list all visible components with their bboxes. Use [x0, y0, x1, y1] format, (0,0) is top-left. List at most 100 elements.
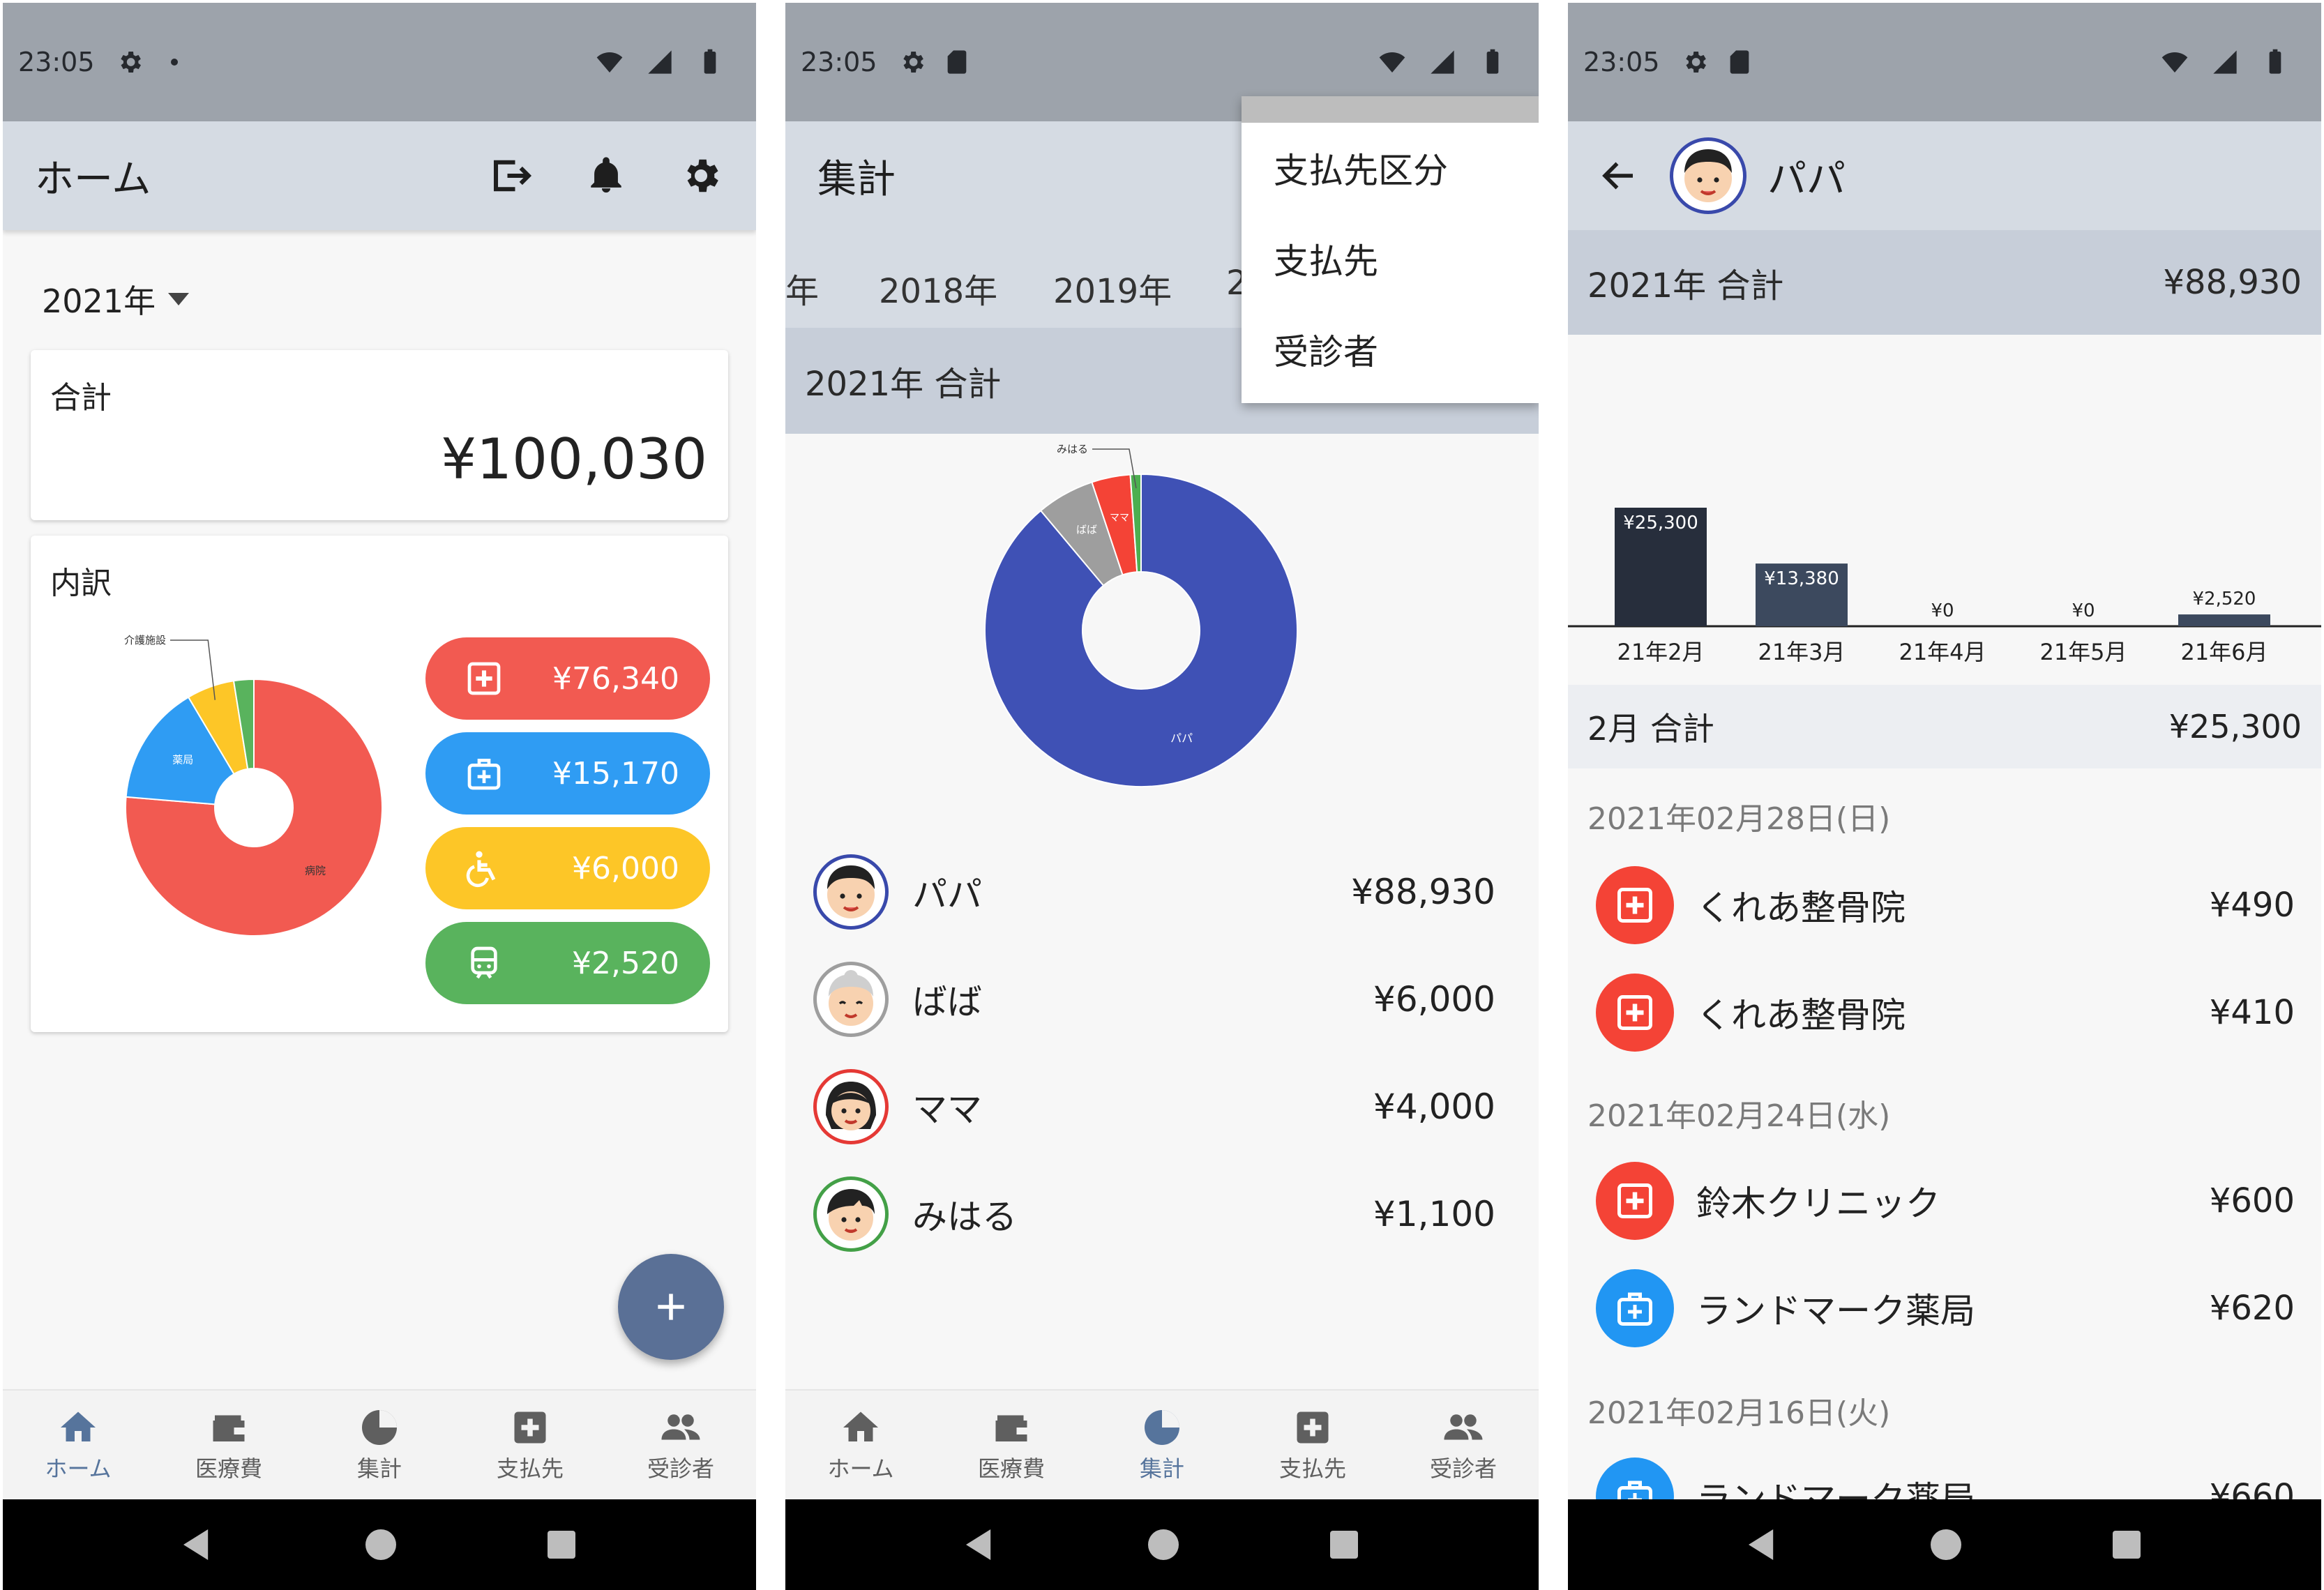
total-card: 合計 ¥100,030: [31, 350, 728, 520]
back-icon[interactable]: [1748, 1529, 1779, 1560]
home-icon: [843, 1411, 878, 1441]
slice-label: パパ: [1170, 732, 1193, 745]
x-tick-label: 21年5月: [2039, 639, 2127, 665]
sd-card-icon: [1726, 48, 1753, 76]
back-icon[interactable]: [183, 1529, 214, 1560]
grandma-face-icon: [829, 970, 873, 1026]
app-bar: ホーム: [3, 121, 756, 230]
nav-summary[interactable]: 集計: [304, 1391, 455, 1499]
patient-pie-chart: パパ ばば ママ みはる: [984, 443, 1298, 787]
month-total-amount: ¥25,300: [2168, 708, 2302, 745]
nav-payee[interactable]: 支払先: [455, 1391, 605, 1499]
home-circle-icon[interactable]: [365, 1529, 396, 1560]
nav-summary[interactable]: 集計: [1087, 1391, 1237, 1499]
date-label: 2021年02月28日(日): [1587, 801, 1891, 837]
bell-icon[interactable]: [583, 153, 629, 199]
tab-year-partial[interactable]: 年: [785, 264, 819, 312]
slice-label: 病院: [305, 865, 326, 877]
patient-name: ばば: [912, 982, 982, 1022]
breakdown-label: 内訳: [50, 566, 112, 601]
month-total-header[interactable]: 2月 合計 ¥25,300: [1568, 685, 2321, 768]
nav-home-label: ホーム: [45, 1455, 112, 1482]
expense-entry[interactable]: 鈴木クリニック ¥600: [1596, 1152, 2300, 1250]
breakdown-card: 内訳 病院 薬局 介護施設 ¥76,340 ¥15,170 ¥6,000 ¥2,52…: [31, 536, 728, 1032]
patient-row-mama[interactable]: ママ ¥4,000: [813, 1054, 1511, 1159]
signal-icon: [2211, 48, 2239, 76]
expense-entry[interactable]: ランドマーク薬局 ¥620: [1596, 1259, 2300, 1357]
nav-payee[interactable]: 支払先: [1237, 1391, 1388, 1499]
pharmacy-amount: ¥15,170: [552, 755, 679, 792]
bottom-navigation: ホーム 医療費 集計 支払先 受診者: [3, 1389, 756, 1499]
medical-cross-icon: [1297, 1411, 1329, 1444]
nav-medical[interactable]: 医療費: [936, 1391, 1087, 1499]
expense-entry[interactable]: くれあ整骨院 ¥410: [1596, 964, 2300, 1061]
nav-medical-label: 医療費: [977, 1455, 1045, 1482]
entry-amount: ¥600: [2209, 1181, 2295, 1220]
expense-entry[interactable]: くれあ整骨院 ¥490: [1596, 856, 2300, 954]
pie-chart-icon: [1145, 1410, 1179, 1445]
patient-row-miharu[interactable]: みはる ¥1,100: [813, 1162, 1511, 1266]
wheelchair-icon: [466, 851, 496, 888]
nav-medical[interactable]: 医療費: [153, 1391, 304, 1499]
caret-down-icon: [168, 293, 190, 305]
bar[interactable]: [2178, 614, 2270, 626]
wifi-icon: [2161, 48, 2189, 76]
patient-row-baba[interactable]: ばば ¥6,000: [813, 947, 1511, 1052]
recents-icon[interactable]: [2113, 1531, 2141, 1559]
nav-payee-label: 支払先: [496, 1455, 564, 1482]
gear-icon[interactable]: [678, 153, 724, 199]
recents-icon[interactable]: [548, 1531, 576, 1559]
home-screen: 23:05 ホーム 2021年 合計 ¥100,030 内訳 病院 薬局 介護施…: [3, 3, 756, 1590]
slice-label: ばば: [1076, 523, 1097, 536]
entry-name: ランドマーク薬局: [1696, 1291, 1975, 1331]
home-circle-icon[interactable]: [1930, 1529, 1961, 1560]
year-dropdown[interactable]: 2021年: [42, 276, 190, 322]
x-tick-label: 21年3月: [1758, 639, 1845, 665]
pharmacy-pill[interactable]: ¥15,170: [425, 732, 710, 815]
nav-home[interactable]: ホーム: [3, 1391, 153, 1499]
bar-value-label: ¥13,380: [1764, 568, 1839, 589]
care-pill[interactable]: ¥6,000: [425, 827, 710, 909]
status-bar: 23:05: [3, 3, 756, 121]
status-time: 23:05: [18, 47, 95, 77]
patient-row-papa[interactable]: パパ ¥88,930: [813, 840, 1511, 944]
people-icon: [1444, 1414, 1483, 1440]
arrow-back-icon[interactable]: [1596, 153, 1642, 199]
entry-amount: ¥490: [2209, 886, 2295, 925]
add-button[interactable]: [618, 1254, 724, 1360]
status-bar: 23:05: [1568, 3, 2321, 121]
menu-item-payee[interactable]: 支払先: [1242, 213, 1539, 304]
hospital-pill[interactable]: ¥76,340: [425, 637, 710, 720]
entry-amount: ¥410: [2209, 993, 2295, 1032]
recents-icon[interactable]: [1330, 1531, 1359, 1559]
home-circle-icon[interactable]: [1147, 1529, 1179, 1560]
grouping-menu: 支払先区分 支払先 受診者: [1242, 96, 1539, 403]
app-bar: パパ: [1568, 121, 2321, 230]
export-icon[interactable]: [488, 153, 534, 199]
x-tick-label: 21年2月: [1617, 639, 1704, 665]
menu-item-payee-category[interactable]: 支払先区分: [1242, 123, 1539, 213]
nav-home[interactable]: ホーム: [785, 1391, 936, 1499]
patient-name: パパ: [912, 874, 982, 915]
slice-label: ママ: [1110, 513, 1129, 524]
transport-pill[interactable]: ¥2,520: [425, 922, 710, 1004]
wifi-icon: [1378, 48, 1406, 76]
entry-name: 鈴木クリニック: [1696, 1183, 1940, 1224]
back-icon[interactable]: [965, 1529, 997, 1560]
system-navigation: [785, 1499, 1539, 1590]
year-total-label: 2021年 合計: [805, 365, 1002, 404]
menu-item-patient[interactable]: 受診者: [1242, 304, 1539, 395]
total-amount: ¥100,030: [441, 427, 707, 492]
tab-2018[interactable]: 2018年: [879, 264, 997, 312]
tab-2019[interactable]: 2019年: [1053, 264, 1172, 312]
category-pie-chart: 病院 薬局 介護施設: [124, 634, 383, 937]
patient-amount: ¥88,930: [1351, 872, 1495, 912]
nav-patient[interactable]: 受診者: [1388, 1391, 1539, 1499]
nav-patient-label: 受診者: [1429, 1455, 1497, 1482]
nav-patient[interactable]: 受診者: [605, 1391, 756, 1499]
page-title: パパ: [1767, 156, 1846, 202]
hospital-amount: ¥76,340: [552, 660, 679, 697]
patient-amount: ¥1,100: [1373, 1194, 1495, 1234]
hospital-icon: [1596, 1162, 1674, 1240]
nav-summary-label: 集計: [356, 1455, 402, 1482]
